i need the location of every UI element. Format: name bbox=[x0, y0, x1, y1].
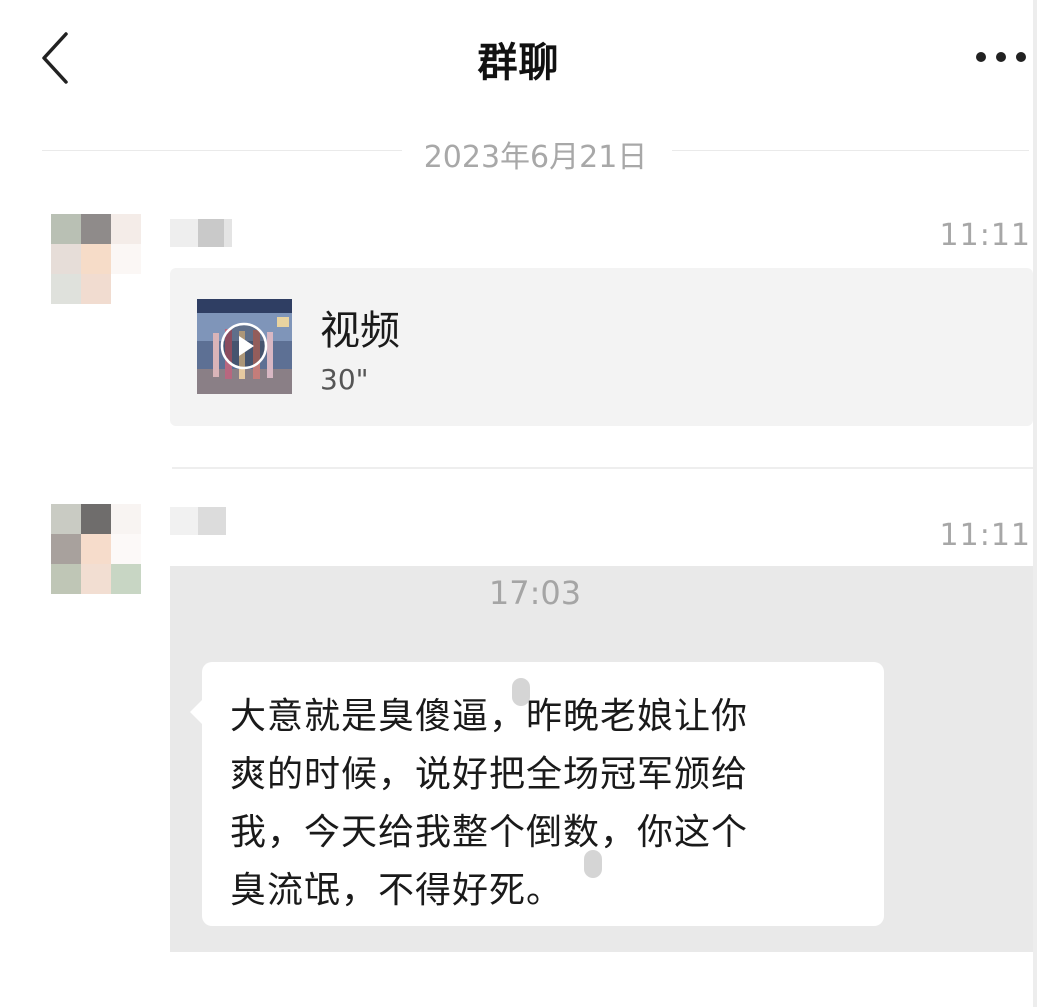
video-title: 视频 bbox=[320, 308, 400, 354]
date-label: 2023年6月21日 bbox=[423, 140, 648, 175]
text-line: 爽的时候，说好把全场冠军颁给 bbox=[230, 754, 749, 795]
text-line: 我，今天给我整个倒数，你这个 bbox=[230, 812, 749, 853]
quoted-message-text: 大意就是臭傻逼，昨晚老娘让你 爽的时候，说好把全场冠军颁给 我，今天给我整个倒数… bbox=[230, 688, 870, 920]
video-duration: 30" bbox=[320, 363, 369, 396]
avatar[interactable] bbox=[51, 214, 141, 304]
sender-name-redacted bbox=[170, 507, 226, 535]
divider-line bbox=[672, 150, 1029, 151]
avatar[interactable] bbox=[51, 504, 141, 594]
text-line: 大意就是臭傻逼，昨晚老娘让你 bbox=[230, 696, 749, 737]
message-time: 11:11 bbox=[939, 218, 1031, 253]
sender-name-redacted bbox=[170, 219, 232, 247]
message-separator bbox=[172, 467, 1033, 469]
bubble-tail bbox=[190, 700, 202, 724]
quoted-message-bubble: 大意就是臭傻逼，昨晚老娘让你 爽的时候，说好把全场冠军颁给 我，今天给我整个倒数… bbox=[190, 662, 884, 926]
chat-title: 群聊 bbox=[477, 40, 560, 86]
redaction-smudge bbox=[512, 678, 530, 706]
redaction-smudge bbox=[584, 850, 602, 878]
screenshot-image-message[interactable]: 17:03 大意就是臭傻逼，昨晚老娘让你 爽的时候，说好把全场冠军颁给 我，今天… bbox=[170, 566, 1033, 952]
video-message-card[interactable]: 视频 30" bbox=[170, 268, 1033, 426]
chat-screen: 群聊 2023年6月21日 11:11 视频 30" 11:11 17:03 大… bbox=[0, 0, 1037, 1007]
play-icon[interactable] bbox=[219, 321, 269, 371]
scroll-edge bbox=[1033, 0, 1037, 1007]
date-divider: 2023年6月21日 bbox=[42, 128, 1029, 175]
video-thumbnail bbox=[197, 299, 292, 394]
screenshot-time: 17:03 bbox=[488, 574, 582, 612]
more-dots-icon[interactable] bbox=[973, 42, 1029, 72]
text-line: 臭流氓，不得好死。 bbox=[230, 870, 564, 911]
message-time: 11:11 bbox=[939, 518, 1031, 553]
